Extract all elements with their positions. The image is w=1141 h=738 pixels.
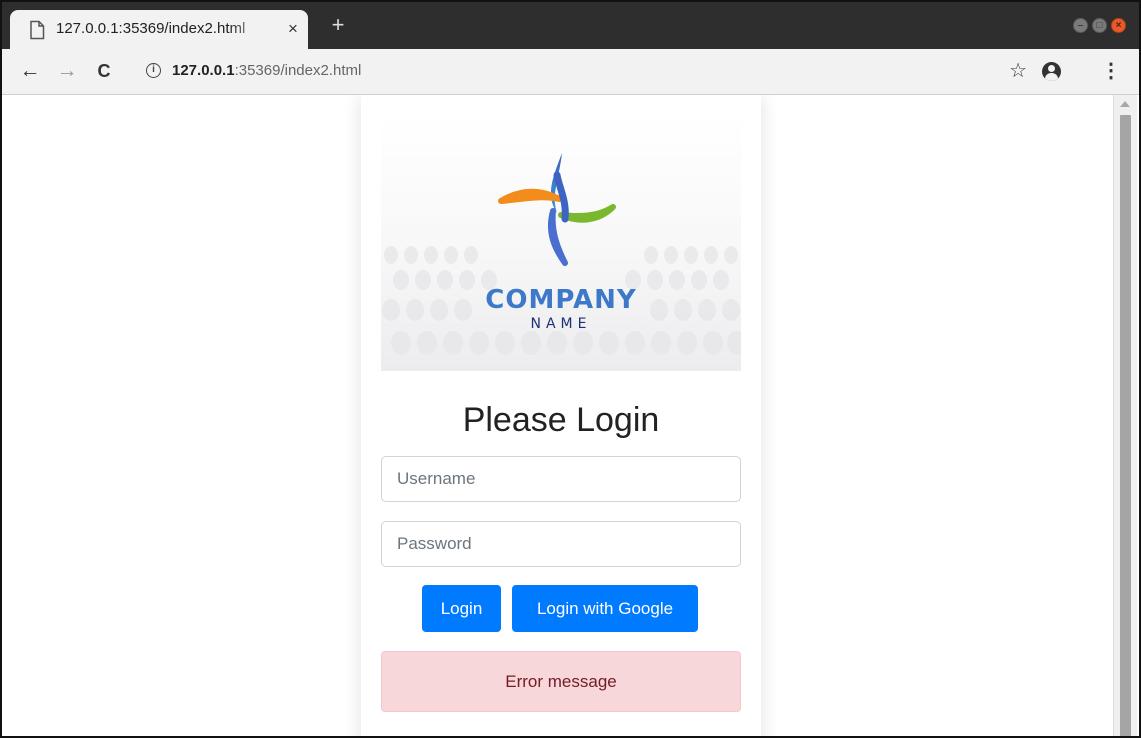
page-title: Please Login — [462, 401, 660, 439]
url-host: 127.0.0.1 — [172, 62, 235, 79]
password-input[interactable] — [381, 521, 741, 567]
logo-pattern — [382, 153, 741, 355]
tab-title: 127.0.0.1:35369/index2.html — [56, 20, 246, 37]
new-tab-icon[interactable]: + — [328, 14, 348, 36]
maximize-icon[interactable]: □ — [1092, 18, 1107, 33]
url-path: :35369/index2.html — [234, 62, 362, 79]
logo-name-text: NAME — [530, 316, 592, 332]
forward-arrow-icon[interactable]: → — [56, 60, 78, 82]
tab-bar: 127.0.0.1:35369/index2.html × + – □ × — [2, 2, 1139, 49]
username-input[interactable] — [381, 456, 741, 502]
minimize-icon[interactable]: – — [1073, 18, 1088, 33]
site-info-icon[interactable]: i — [146, 63, 161, 78]
address-bar[interactable]: 127.0.0.1:35369/index2.html — [172, 62, 361, 82]
company-logo: COMPANY NAME — [381, 115, 741, 371]
scroll-thumb[interactable] — [1120, 115, 1131, 736]
kebab-menu-icon[interactable]: ⋮ — [1101, 61, 1121, 81]
back-arrow-icon[interactable]: ← — [19, 60, 41, 82]
tab-close-icon[interactable]: × — [286, 18, 300, 40]
document-icon — [30, 20, 45, 40]
account-icon[interactable] — [1042, 62, 1061, 81]
login-card: COMPANY NAME Please Login Login Login wi… — [361, 95, 761, 736]
scroll-up-arrow-icon[interactable] — [1120, 101, 1130, 107]
close-window-icon[interactable]: × — [1111, 18, 1126, 33]
login-with-google-button[interactable]: Login with Google — [512, 585, 698, 632]
logo-company-text: COMPANY — [485, 285, 637, 315]
login-button[interactable]: Login — [422, 585, 501, 632]
bookmark-star-icon[interactable]: ☆ — [1009, 60, 1027, 82]
address-toolbar: ← → C i 127.0.0.1:35369/index2.html ☆ ⋮ — [2, 49, 1139, 95]
page-viewport: COMPANY NAME Please Login Login Login wi… — [2, 95, 1117, 736]
error-alert: Error message — [381, 651, 741, 712]
browser-window: 127.0.0.1:35369/index2.html × + – □ × ← … — [0, 0, 1141, 738]
vertical-scrollbar[interactable] — [1113, 95, 1137, 736]
reload-icon[interactable]: C — [93, 60, 115, 82]
browser-tab[interactable]: 127.0.0.1:35369/index2.html × — [10, 10, 308, 49]
